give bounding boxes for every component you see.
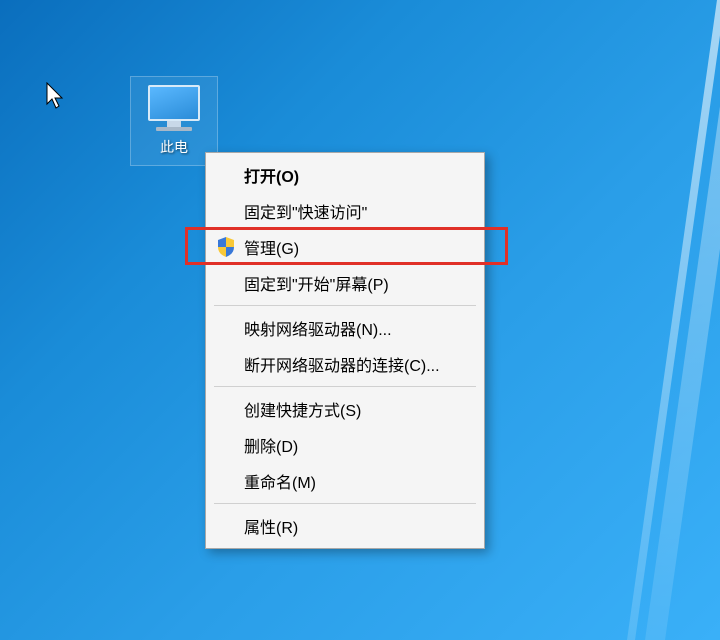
menu-item-label: 删除(D) [244,433,298,457]
menu-item-map-drive[interactable]: 映射网络驱动器(N)... [208,310,482,346]
menu-item-disconnect-drive[interactable]: 断开网络驱动器的连接(C)... [208,346,482,382]
menu-item-delete[interactable]: 删除(D) [208,427,482,463]
menu-item-label: 固定到"快速访问" [244,199,367,223]
menu-item-pin-start[interactable]: 固定到"开始"屏幕(P) [208,265,482,301]
computer-icon [146,85,202,133]
menu-item-rename[interactable]: 重命名(M) [208,463,482,499]
menu-item-label: 重命名(M) [244,469,316,493]
shield-icon [216,237,236,257]
context-menu: 打开(O) 固定到"快速访问" 管理(G) 固定到"开始"屏幕(P) 映射网络驱… [205,152,485,549]
icon-label: 此电 [133,137,215,157]
menu-separator [214,305,476,306]
menu-item-label: 创建快捷方式(S) [244,397,361,421]
menu-item-label: 管理(G) [244,235,299,259]
menu-item-label: 映射网络驱动器(N)... [244,316,392,340]
menu-item-properties[interactable]: 属性(R) [208,508,482,544]
menu-separator [214,503,476,504]
cursor-icon [46,82,66,110]
menu-separator [214,386,476,387]
menu-item-label: 打开(O) [244,163,299,187]
menu-item-label: 断开网络驱动器的连接(C)... [244,352,440,376]
menu-item-create-shortcut[interactable]: 创建快捷方式(S) [208,391,482,427]
menu-item-label: 属性(R) [244,514,298,538]
menu-item-open[interactable]: 打开(O) [208,157,482,193]
menu-item-pin-quick-access[interactable]: 固定到"快速访问" [208,193,482,229]
menu-item-label: 固定到"开始"屏幕(P) [244,271,389,295]
menu-item-manage[interactable]: 管理(G) [208,229,482,265]
